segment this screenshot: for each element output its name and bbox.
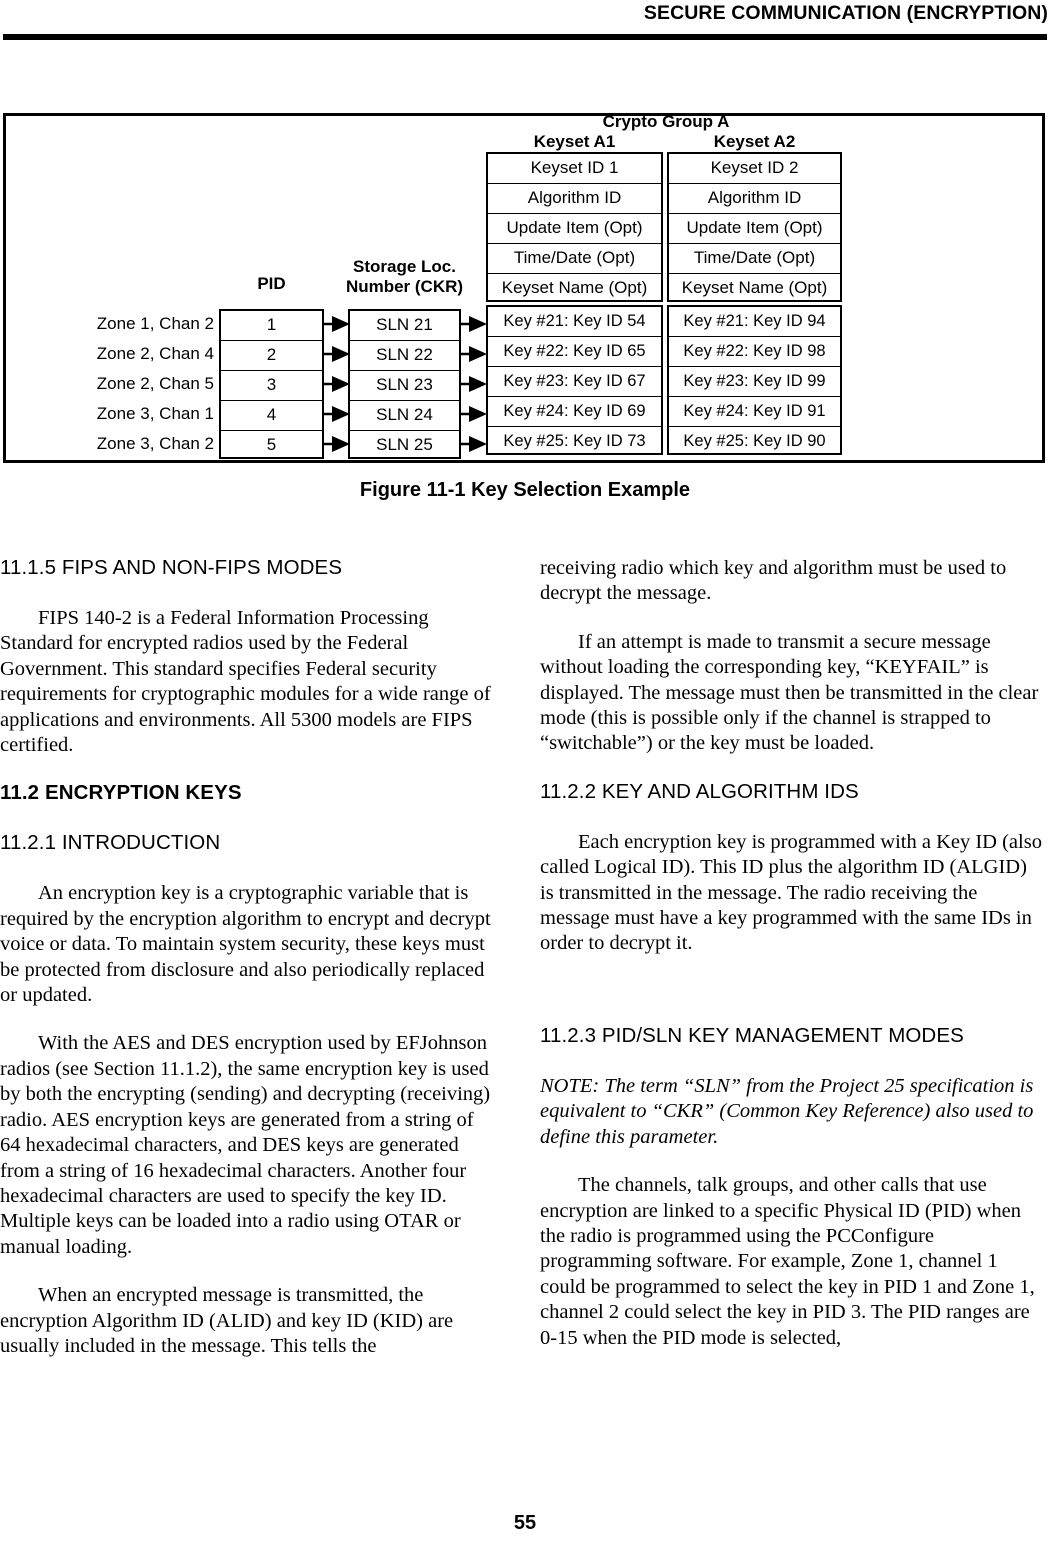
keyset-a2-field: Keyset Name (Opt) [681, 278, 828, 297]
body-column-left: 11.1.5 FIPS AND NON-FIPS MODES FIPS 140-… [0, 556, 495, 1382]
body-column-right: receiving radio which key and algorithm … [540, 556, 1045, 1374]
zone-channel-label: Zone 2, Chan 5 [96, 374, 214, 393]
keyset-a2-key-cell: Key #22: Key ID 98 [669, 337, 840, 367]
note-sln-ckr: NOTE: The term “SLN” from the Project 25… [540, 1074, 1034, 1148]
arrow-pid-to-sln [324, 406, 350, 422]
arrow-sln-to-keyset [461, 316, 487, 332]
pid-cell: 2 [221, 341, 322, 371]
keyset-a2-key-cell: Key #23: Key ID 99 [669, 367, 840, 397]
keyset-a1-header-table: Keyset ID 1 Algorithm ID Update Item (Op… [486, 152, 663, 302]
storage-location-column-heading: Storage Loc. Number (CKR) [333, 257, 476, 297]
keyset-a2-key-cell: Key #24: Key ID 91 [669, 397, 840, 427]
zone-channel-label: Zone 3, Chan 2 [96, 434, 214, 453]
arrow-sln-to-keyset [461, 406, 487, 422]
paragraph-fips: FIPS 140-2 is a Federal Information Proc… [0, 607, 491, 757]
keyset-a2-field: Update Item (Opt) [669, 214, 840, 244]
pid-cell: 5 [266, 435, 277, 454]
header-title: SECURE COMMUNICATION (ENCRYPTION) [643, 2, 1048, 24]
arrow-sln-to-keyset [461, 346, 487, 362]
sln-table: SLN 21 SLN 22 SLN 23 SLN 24 SLN 25 [348, 309, 461, 459]
figure-caption: Figure 11-1 Key Selection Example [359, 479, 691, 501]
crypto-group-label: Crypto Group A [602, 112, 730, 131]
keyset-a2-key-cell: Key #25: Key ID 90 [683, 432, 826, 450]
paragraph-pid: The channels, talk groups, and other cal… [540, 1174, 1035, 1349]
keyset-a1-key-cell: Key #23: Key ID 67 [488, 367, 661, 397]
paragraph-keyfail: If an attempt is made to transmit a secu… [540, 630, 1039, 755]
sln-cell: SLN 22 [350, 341, 459, 371]
sln-cell: SLN 25 [376, 435, 433, 454]
arrow-pid-to-sln [324, 376, 350, 392]
zone-channel-label: Zone 1, Chan 2 [96, 314, 214, 333]
sln-cell: SLN 24 [350, 401, 459, 431]
section-heading-11-2-2: 11.2.2 KEY AND ALGORITHM IDS [540, 779, 859, 803]
page-number: 55 [513, 1512, 537, 1534]
column-spacer [540, 980, 1045, 1024]
keyset-a1-key-cell: Key #22: Key ID 65 [488, 337, 661, 367]
arrow-sln-to-keyset [461, 436, 487, 452]
section-heading-11-2-3: 11.2.3 PID/SLN KEY MANAGEMENT MODES [540, 1023, 964, 1047]
keyset-a1-key-cell: Key #21: Key ID 54 [488, 307, 661, 337]
pid-table: 1 2 3 4 5 [219, 309, 324, 459]
page-header: SECURE COMMUNICATION (ENCRYPTION) [0, 0, 1050, 40]
keyset-a2-key-cell: Key #21: Key ID 94 [669, 307, 840, 337]
paragraph-intro-3: When an encrypted message is transmitted… [0, 1284, 454, 1357]
keyset-a1-field: Time/Date (Opt) [488, 244, 661, 274]
zone-channel-label: Zone 3, Chan 1 [96, 404, 214, 423]
arrow-pid-to-sln [324, 316, 350, 332]
sln-cell: SLN 21 [350, 311, 459, 341]
keyset-a1-field: Keyset ID 1 [488, 154, 661, 184]
sln-heading-line1: Storage Loc. [353, 257, 456, 276]
keyset-a2-field: Keyset ID 2 [669, 154, 840, 184]
keyset-a1-field: Keyset Name (Opt) [501, 278, 648, 297]
keyset-a1-field: Update Item (Opt) [488, 214, 661, 244]
zone-channel-label: Zone 2, Chan 4 [96, 344, 214, 363]
keyset-a1-keys-table: Key #21: Key ID 54 Key #22: Key ID 65 Ke… [486, 305, 663, 455]
keyset-a2-field: Algorithm ID [669, 184, 840, 214]
arrow-sln-to-keyset [461, 376, 487, 392]
paragraph-intro-1: An encryption key is a cryptographic var… [0, 882, 491, 1007]
pid-column-heading: PID [257, 274, 286, 293]
keyset-a1-field: Algorithm ID [488, 184, 661, 214]
keyset-a1-label: Keyset A1 [533, 132, 616, 151]
arrow-pid-to-sln [324, 346, 350, 362]
zone-channel-list: Zone 1, Chan 2 Zone 2, Chan 4 Zone 2, Ch… [76, 309, 218, 459]
pid-cell: 4 [221, 401, 322, 431]
sln-heading-line2: Number (CKR) [345, 277, 464, 296]
keyset-a1-key-cell: Key #24: Key ID 69 [488, 397, 661, 427]
keyset-a1-key-cell: Key #25: Key ID 73 [503, 432, 646, 450]
keyset-a2-header-table: Keyset ID 2 Algorithm ID Update Item (Op… [667, 152, 842, 302]
paragraph-intro-2: With the AES and DES encryption used by … [0, 1032, 491, 1258]
header-rule-divider [3, 34, 1047, 40]
paragraph-key-ids: Each encryption key is programmed with a… [540, 830, 1042, 955]
arrow-pid-to-sln [324, 436, 350, 452]
paragraph-continued: receiving radio which key and algorithm … [540, 557, 1007, 605]
sln-cell: SLN 23 [350, 371, 459, 401]
pid-cell: 3 [221, 371, 322, 401]
pid-cell: 1 [221, 311, 322, 341]
section-heading-11-2: 11.2 ENCRYPTION KEYS [0, 781, 242, 805]
keyset-a2-field: Time/Date (Opt) [669, 244, 840, 274]
keyset-a2-label: Keyset A2 [713, 132, 796, 151]
figure-11-1-container: Crypto Group A Keyset A1 Keyset A2 PID S… [3, 112, 1045, 463]
keyset-a2-keys-table: Key #21: Key ID 94 Key #22: Key ID 98 Ke… [667, 305, 842, 455]
section-heading-11-1-5: 11.1.5 FIPS AND NON-FIPS MODES [0, 556, 343, 579]
section-heading-11-2-1: 11.2.1 INTRODUCTION [0, 831, 221, 855]
